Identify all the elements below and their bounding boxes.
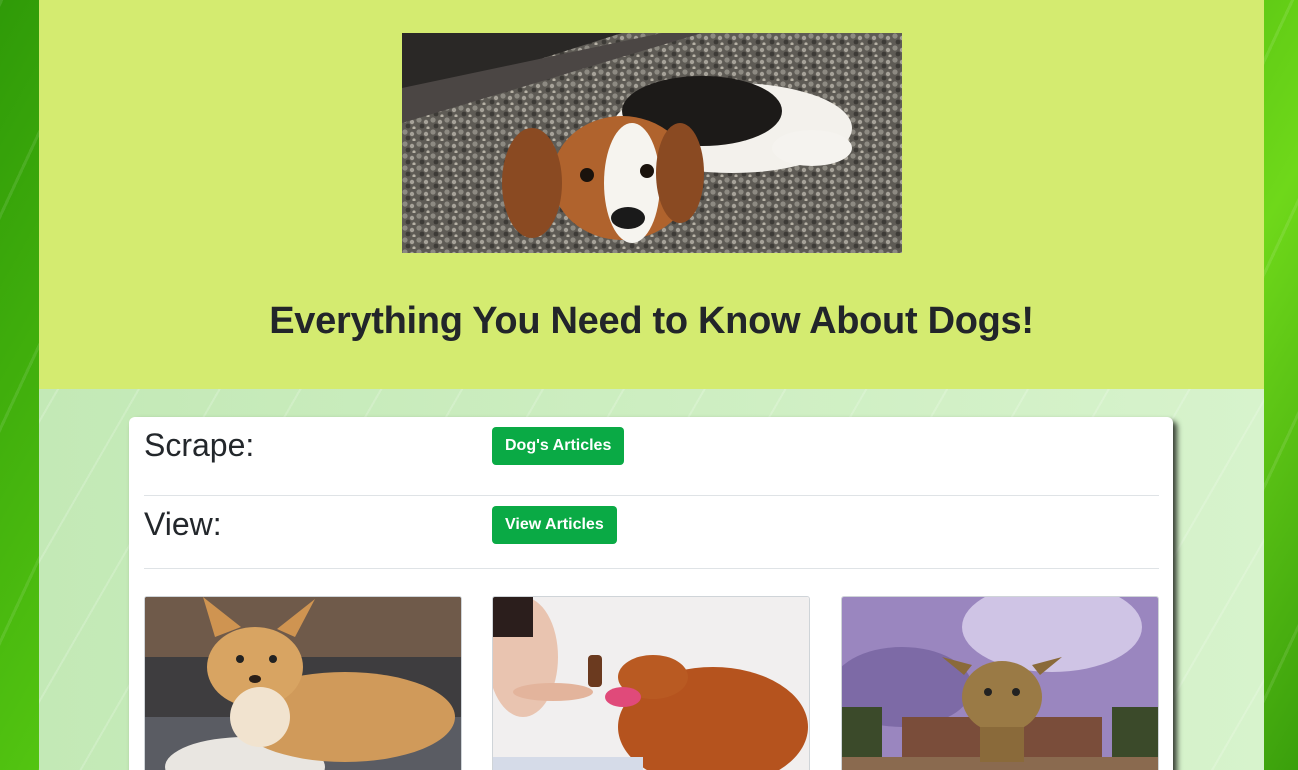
jumbotron: Everything You Need to Know About Dogs! [39,0,1264,389]
view-row: View: View Articles [144,490,1159,569]
page-title: Everything You Need to Know About Dogs! [269,300,1034,342]
main-container: Everything You Need to Know About Dogs! … [39,0,1264,770]
scrape-label: Scrape: [144,427,255,463]
scrape-dogs-articles-button[interactable]: Dog's Articles [492,427,625,465]
chihuahua-image [144,596,462,770]
content-card: Scrape: Dog's Articles View: View Articl… [129,417,1173,770]
view-label: View: [144,506,222,542]
poodle-grooming-image [492,596,810,770]
pug-mix-on-rock-image [841,596,1159,770]
page-background: { "header": { "title": "Everything You N… [0,0,1298,770]
beagle-puppy-image [402,33,902,253]
view-articles-button[interactable]: View Articles [492,506,617,544]
scrape-row: Scrape: Dog's Articles [144,417,1159,496]
